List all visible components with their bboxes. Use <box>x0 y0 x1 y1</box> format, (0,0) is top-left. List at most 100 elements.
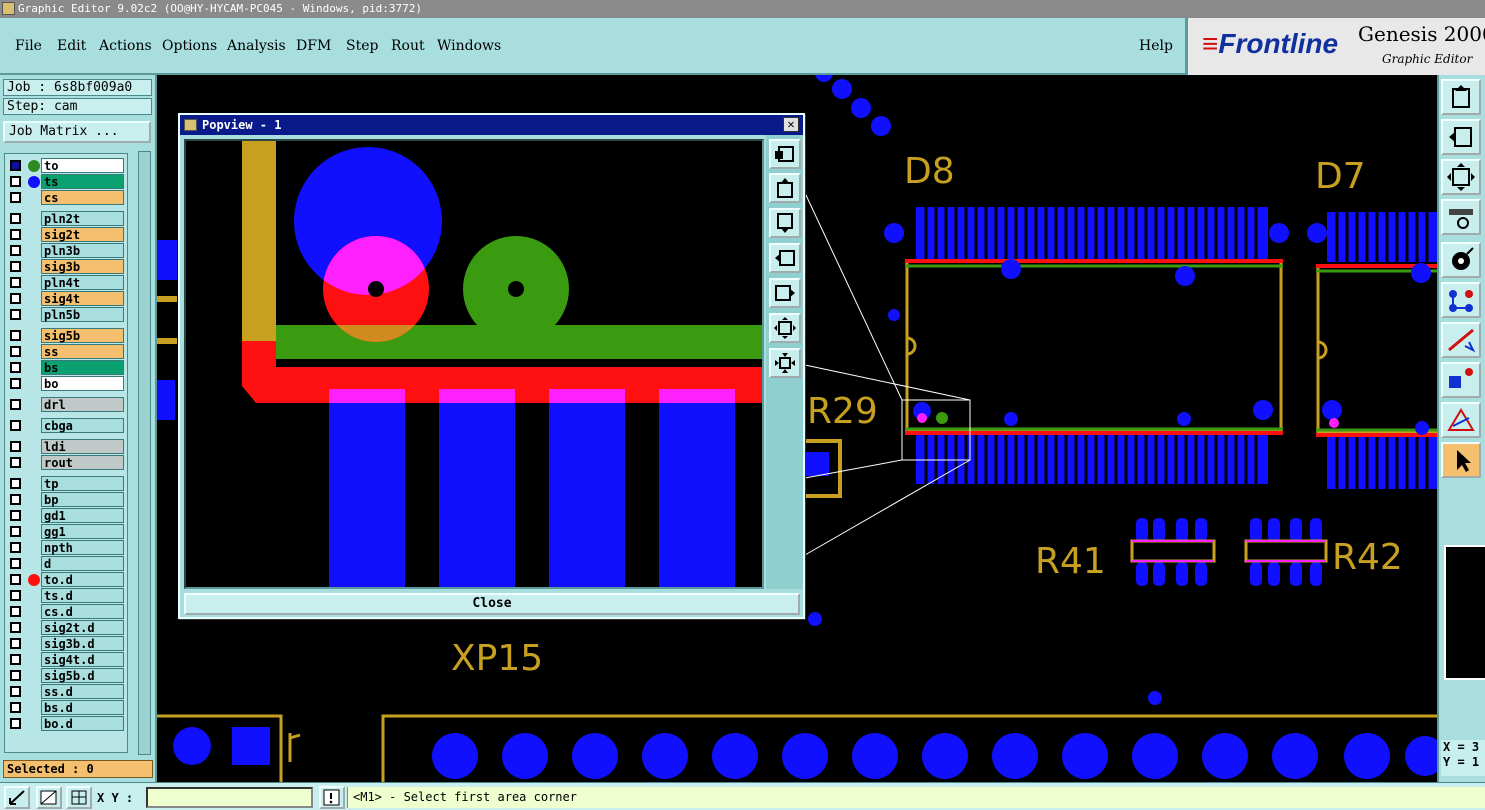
pointer-icon[interactable] <box>1441 442 1481 478</box>
layer-checkbox[interactable] <box>10 510 21 521</box>
layer-row-sig2t[interactable]: sig2t <box>5 227 127 242</box>
layer-row-d[interactable]: d <box>5 556 127 571</box>
layer-row-tp[interactable]: tp <box>5 476 127 491</box>
layer-row-ts-d[interactable]: ts.d <box>5 588 127 603</box>
snap-icon[interactable] <box>36 786 62 809</box>
menu-analysis[interactable]: Analysis <box>227 38 286 54</box>
menu-windows[interactable]: Windows <box>437 38 501 54</box>
layer-row-rout[interactable]: rout <box>5 455 127 470</box>
layer-checkbox[interactable] <box>10 702 21 713</box>
layer-checkbox[interactable] <box>10 606 21 617</box>
grid-icon[interactable] <box>66 786 92 809</box>
zoom-area-icon[interactable] <box>4 786 30 809</box>
pad-icon[interactable] <box>1441 362 1481 398</box>
layer-row-pln4t[interactable]: pln4t <box>5 275 127 290</box>
menu-help[interactable]: Help <box>1139 38 1173 54</box>
layer-row-sig5b[interactable]: sig5b <box>5 328 127 343</box>
pan-down-icon[interactable] <box>769 208 801 238</box>
layer-checkbox[interactable] <box>10 346 21 357</box>
layer-checkbox[interactable] <box>10 160 21 171</box>
pan-left-icon[interactable] <box>1441 119 1481 155</box>
layer-checkbox[interactable] <box>10 558 21 569</box>
layer-checkbox[interactable] <box>10 686 21 697</box>
layer-checkbox[interactable] <box>10 309 21 320</box>
layer-row-pln5b[interactable]: pln5b <box>5 307 127 322</box>
layer-row-sig4t[interactable]: sig4t <box>5 291 127 306</box>
warning-icon[interactable] <box>319 786 345 809</box>
layer-row-ts[interactable]: ts <box>5 174 127 189</box>
menu-edit[interactable]: Edit <box>57 38 86 54</box>
add-line-icon[interactable] <box>1441 322 1481 358</box>
layer-row-cs-d[interactable]: cs.d <box>5 604 127 619</box>
layer-checkbox[interactable] <box>10 441 21 452</box>
menu-actions[interactable]: Actions <box>99 38 152 54</box>
layer-checkbox[interactable] <box>10 638 21 649</box>
layer-checkbox[interactable] <box>10 277 21 288</box>
popview-title-bar[interactable]: Popview - 1 ✕ <box>180 115 803 135</box>
layer-checkbox[interactable] <box>10 399 21 410</box>
menu-dfm[interactable]: DFM <box>296 38 331 54</box>
layer-row-ldi[interactable]: ldi <box>5 439 127 454</box>
layer-checkbox[interactable] <box>10 261 21 272</box>
layer-checkbox[interactable] <box>10 494 21 505</box>
layer-row-bo-d[interactable]: bo.d <box>5 716 127 731</box>
measure-icon[interactable] <box>1441 199 1481 235</box>
layer-checkbox[interactable] <box>10 378 21 389</box>
xy-input[interactable] <box>146 787 313 808</box>
layer-row-sig5b-d[interactable]: sig5b.d <box>5 668 127 683</box>
layer-checkbox[interactable] <box>10 478 21 489</box>
layer-checkbox[interactable] <box>10 293 21 304</box>
layer-row-npth[interactable]: npth <box>5 540 127 555</box>
layer-row-sig3b[interactable]: sig3b <box>5 259 127 274</box>
layer-row-cs[interactable]: cs <box>5 190 127 205</box>
layer-row-gd1[interactable]: gd1 <box>5 508 127 523</box>
layer-row-ss[interactable]: ss <box>5 344 127 359</box>
menu-rout[interactable]: Rout <box>391 38 425 54</box>
layer-checkbox[interactable] <box>10 245 21 256</box>
layer-checkbox[interactable] <box>10 457 21 468</box>
layer-row-bs[interactable]: bs <box>5 360 127 375</box>
layer-row-pln3b[interactable]: pln3b <box>5 243 127 258</box>
popview-canvas[interactable] <box>184 139 764 589</box>
layer-row-sig4t-d[interactable]: sig4t.d <box>5 652 127 667</box>
job-matrix-button[interactable]: Job Matrix ... <box>3 121 151 143</box>
net-icon[interactable] <box>1441 282 1481 318</box>
layer-checkbox[interactable] <box>10 574 21 585</box>
layer-row-ss-d[interactable]: ss.d <box>5 684 127 699</box>
select-feature-icon[interactable] <box>1441 242 1481 278</box>
close-icon[interactable]: ✕ <box>783 117 799 132</box>
layer-checkbox[interactable] <box>10 622 21 633</box>
layer-list-scrollbar[interactable] <box>138 151 151 755</box>
layer-row-bs-d[interactable]: bs.d <box>5 700 127 715</box>
pan-up-icon[interactable] <box>769 173 801 203</box>
layer-checkbox[interactable] <box>10 192 21 203</box>
layer-checkbox[interactable] <box>10 176 21 187</box>
layer-checkbox[interactable] <box>10 542 21 553</box>
layer-row-gg1[interactable]: gg1 <box>5 524 127 539</box>
layer-row-pln2t[interactable]: pln2t <box>5 211 127 226</box>
zoom-in-icon[interactable] <box>769 313 801 343</box>
layer-checkbox[interactable] <box>10 526 21 537</box>
layer-checkbox[interactable] <box>10 654 21 665</box>
layer-checkbox[interactable] <box>10 590 21 601</box>
layer-row-to[interactable]: to <box>5 158 127 173</box>
layer-checkbox[interactable] <box>10 362 21 373</box>
zoom-home-icon[interactable] <box>769 139 801 169</box>
zoom-out-icon[interactable] <box>769 348 801 378</box>
layer-checkbox[interactable] <box>10 330 21 341</box>
overview-map[interactable] <box>1444 545 1485 680</box>
layer-row-sig2t-d[interactable]: sig2t.d <box>5 620 127 635</box>
pan-right-icon[interactable] <box>769 278 801 308</box>
drc-icon[interactable] <box>1441 402 1481 438</box>
layer-row-drl[interactable]: drl <box>5 397 127 412</box>
layer-checkbox[interactable] <box>10 670 21 681</box>
layer-checkbox[interactable] <box>10 213 21 224</box>
layer-row-bo[interactable]: bo <box>5 376 127 391</box>
layer-checkbox[interactable] <box>10 229 21 240</box>
menu-step[interactable]: Step <box>346 38 378 54</box>
popview-close-button[interactable]: Close <box>184 593 800 615</box>
layer-checkbox[interactable] <box>10 420 21 431</box>
layer-row-cbga[interactable]: cbga <box>5 418 127 433</box>
pan-up-icon[interactable] <box>1441 79 1481 115</box>
zoom-fit-icon[interactable] <box>1441 159 1481 195</box>
